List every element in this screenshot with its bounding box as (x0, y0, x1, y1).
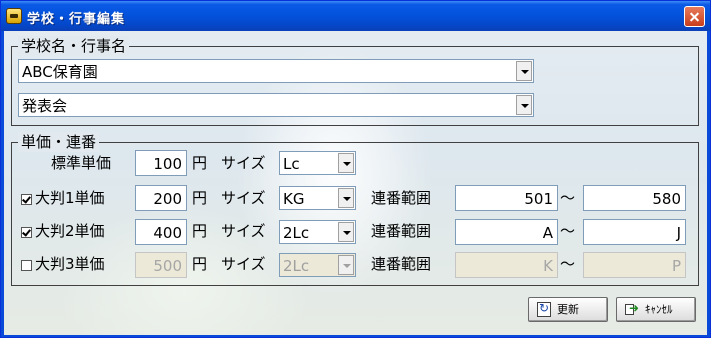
update-button[interactable]: 更新 (528, 297, 608, 322)
large2-price-value: 400 (153, 224, 182, 242)
tilde-label: ～ (560, 255, 576, 273)
standard-price-value: 100 (153, 155, 182, 173)
cancel-button[interactable]: ｷｬﾝｾﾙ (616, 297, 696, 322)
yen-label: 円 (192, 189, 208, 207)
tilde-label: ～ (560, 189, 576, 207)
large3-range-from-value: K (543, 257, 553, 275)
large2-size-value: 2Lc (283, 224, 310, 242)
yen-label: 円 (192, 154, 208, 172)
event-select[interactable]: 発表会 (18, 93, 534, 117)
large3-price-input[interactable]: 500 (135, 252, 187, 278)
large3-label: 大判3単価 (35, 255, 105, 273)
school-event-group-label: 学校名・行事名 (18, 36, 130, 56)
window-title: 学校・行事編集 (27, 12, 126, 27)
chevron-down-icon[interactable] (338, 153, 354, 173)
range-label: 連番範囲 (371, 255, 432, 273)
large3-size-value: 2Lc (283, 257, 310, 275)
large1-checkbox[interactable] (21, 194, 32, 205)
large3-price-value: 500 (153, 257, 182, 275)
size-label: サイズ (221, 154, 266, 172)
large1-range-to-input[interactable]: 580 (583, 185, 686, 211)
price-serial-group-label: 単価・連番 (18, 132, 100, 152)
size-label: サイズ (221, 222, 266, 240)
standard-price-label: 標準単価 (51, 154, 112, 172)
large3-range-from-input[interactable]: K (455, 252, 558, 278)
large2-range-to-value: J (676, 224, 681, 242)
chevron-down-icon[interactable] (338, 222, 354, 242)
large1-label: 大判1単価 (35, 189, 105, 207)
size-label: サイズ (221, 189, 266, 207)
refresh-icon (537, 301, 551, 317)
large3-range-to-value: P (671, 257, 681, 275)
title-bar[interactable]: 学校・行事編集 (1, 1, 710, 31)
size-label: サイズ (221, 255, 266, 273)
chevron-down-icon[interactable] (338, 255, 354, 275)
chevron-down-icon[interactable] (516, 95, 532, 115)
large2-size-select[interactable]: 2Lc (279, 220, 356, 244)
range-label: 連番範囲 (371, 189, 432, 207)
large1-range-to-value: 580 (652, 190, 681, 208)
large2-label: 大判2単価 (35, 222, 105, 240)
large2-range-to-input[interactable]: J (583, 219, 686, 245)
large1-price-input[interactable]: 200 (135, 185, 187, 211)
tilde-label: ～ (560, 222, 576, 240)
dialog-body: 学校名・行事名 ABC保育園 発表会 単価・連番 標準単価 100 円 サイズ … (4, 31, 707, 335)
large1-size-value: KG (283, 190, 305, 208)
large2-range-from-input[interactable]: A (455, 219, 558, 245)
large1-range-from-input[interactable]: 501 (455, 185, 558, 211)
dialog-window: 学校・行事編集 学校名・行事名 ABC保育園 発表会 単価・連番 標準単価 10… (0, 0, 711, 338)
yen-label: 円 (192, 222, 208, 240)
chevron-down-icon[interactable] (338, 188, 354, 208)
standard-price-input[interactable]: 100 (135, 150, 187, 176)
range-label: 連番範囲 (371, 222, 432, 240)
large2-checkbox[interactable] (21, 227, 32, 238)
large1-size-select[interactable]: KG (279, 186, 356, 210)
standard-size-select[interactable]: Lc (279, 151, 356, 175)
large3-range-to-input[interactable]: P (583, 252, 686, 278)
standard-size-value: Lc (283, 155, 300, 173)
school-select[interactable]: ABC保育園 (18, 59, 534, 83)
school-select-value: ABC保育園 (22, 63, 98, 81)
large2-range-from-value: A (542, 224, 553, 242)
yen-label: 円 (192, 255, 208, 273)
event-select-value: 発表会 (22, 97, 68, 115)
cancel-button-label: ｷｬﾝｾﾙ (645, 303, 673, 316)
chevron-down-icon[interactable] (516, 61, 532, 81)
app-icon (6, 8, 22, 24)
large3-size-select[interactable]: 2Lc (279, 253, 356, 277)
large2-price-input[interactable]: 400 (135, 219, 187, 245)
update-button-label: 更新 (557, 303, 579, 316)
large1-range-from-value: 501 (524, 190, 553, 208)
large3-checkbox[interactable] (21, 260, 32, 271)
close-button[interactable] (684, 6, 705, 27)
exit-icon (625, 301, 639, 317)
large1-price-value: 200 (153, 190, 182, 208)
